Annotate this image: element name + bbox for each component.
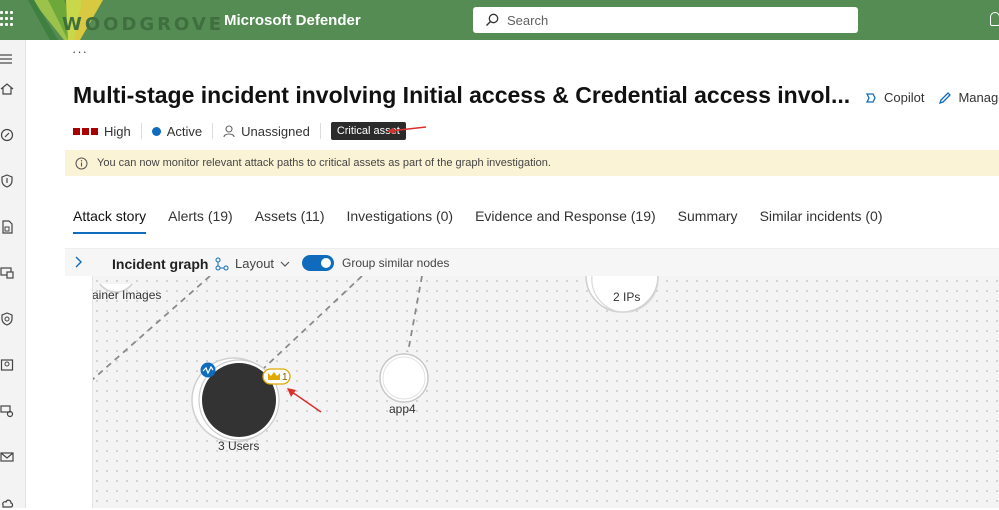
status-label: Active: [166, 123, 203, 139]
home-icon[interactable]: [0, 82, 14, 96]
graph-title: Incident graph: [112, 256, 209, 272]
tab-attack-story[interactable]: Attack story: [73, 208, 147, 234]
app-launcher-icon[interactable]: [0, 11, 14, 27]
group-similar-label: Group similar nodes: [342, 256, 450, 270]
incident-tabs: Attack story Alerts (19) Assets (11) Inv…: [73, 208, 905, 234]
graph-side-panel: [65, 276, 92, 508]
more-options-button[interactable]: ···: [72, 44, 88, 59]
group-similar-toggle[interactable]: [302, 255, 334, 271]
left-navigation-rail: [0, 40, 26, 508]
search-placeholder: Search: [507, 12, 549, 28]
graph-divider: [92, 276, 93, 508]
banner-text: You can now monitor relevant attack path…: [97, 157, 551, 169]
graph-edge: [263, 276, 363, 369]
assignee[interactable]: Unassigned: [223, 124, 310, 139]
app-label: app4: [389, 402, 416, 416]
tab-assets[interactable]: Assets (11): [255, 208, 325, 234]
container-images-label: ainer Images: [92, 288, 162, 302]
users-label: 3 Users: [218, 439, 260, 453]
graph-edge: [407, 276, 423, 353]
severity-label: High: [104, 123, 131, 139]
top-bar: WOODGROVE Microsoft Defender Search: [0, 0, 999, 40]
status-dot-icon: [151, 126, 161, 136]
annotation-arrow-line: [291, 391, 322, 413]
header-actions: Copilot Manage: [864, 90, 999, 105]
status-badge: Active: [151, 123, 203, 139]
tab-evidence-response[interactable]: Evidence and Response (19): [475, 208, 656, 234]
info-banner: You can now monitor relevant attack path…: [65, 150, 999, 176]
notification-bell-icon[interactable]: [990, 12, 999, 26]
incident-graph-canvas[interactable]: 1 ainer Images 2 IPs 3 Users app4: [92, 276, 999, 508]
manage-button[interactable]: Manage: [938, 90, 999, 105]
search-input[interactable]: Search: [473, 7, 858, 33]
mail-icon[interactable]: [0, 450, 14, 464]
shield-icon[interactable]: [0, 174, 14, 188]
incidents-icon[interactable]: [0, 128, 14, 142]
graph-edges: 1: [92, 276, 659, 443]
layout-label: Layout: [235, 256, 275, 271]
severity-bars-icon: [73, 127, 98, 135]
copilot-label: Copilot: [884, 90, 925, 105]
ips-label: 2 IPs: [613, 290, 641, 304]
page-title: Multi-stage incident involving Initial a…: [73, 82, 851, 108]
tab-investigations[interactable]: Investigations (0): [346, 208, 453, 234]
devices-icon[interactable]: [0, 266, 14, 280]
chevron-down-icon: [280, 261, 290, 267]
activity-badge-icon: [200, 362, 216, 378]
app-name: Microsoft Defender: [224, 12, 361, 29]
menu-icon[interactable]: [0, 52, 14, 66]
manage-label: Manage: [958, 90, 999, 105]
assignee-label: Unassigned: [241, 123, 310, 139]
tab-summary[interactable]: Summary: [678, 208, 738, 234]
layout-dropdown[interactable]: Layout: [215, 256, 290, 271]
layout-icon: [215, 257, 229, 270]
document-lock-icon[interactable]: [0, 220, 14, 234]
divider: [319, 123, 321, 139]
app-node-inner: [382, 356, 426, 400]
divider: [212, 123, 214, 139]
shield-gear-icon[interactable]: [0, 312, 14, 326]
tab-similar-incidents[interactable]: Similar incidents (0): [760, 208, 883, 234]
crown-count: 1: [282, 372, 288, 383]
search-icon: [486, 13, 499, 26]
person-icon: [223, 124, 235, 137]
incident-meta: High Active Unassigned Critical asset: [73, 122, 406, 140]
annotation-arrow-head: [287, 388, 296, 397]
tab-alerts[interactable]: Alerts (19): [168, 208, 233, 234]
logo-text: WOODGROVE: [62, 14, 225, 35]
endpoints-icon[interactable]: [0, 404, 14, 418]
info-icon: [75, 157, 88, 169]
divider: [140, 123, 142, 139]
chevron-right-icon[interactable]: [71, 255, 85, 269]
severity-badge: High: [73, 124, 131, 139]
graph-toolbar: Incident graph Layout Group similar node…: [65, 248, 999, 276]
copilot-button[interactable]: Copilot: [864, 90, 924, 105]
edit-icon: [939, 91, 952, 104]
identity-icon[interactable]: [0, 358, 14, 372]
copilot-icon: [865, 92, 876, 103]
annotation-arrow-icon: [387, 126, 427, 134]
